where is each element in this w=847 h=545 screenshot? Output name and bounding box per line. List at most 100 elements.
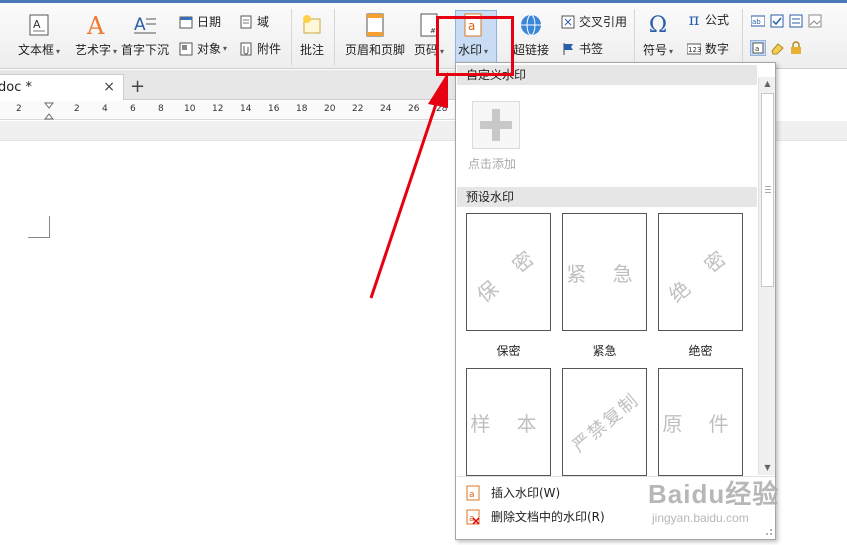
ribbon-toolbar: A 文本框 ▾ A 艺术字 ▾ A 首字下沉 日期 域 对象 ▾ 附件 批注 页…: [0, 3, 847, 69]
custom-watermark-header: 自定义水印: [457, 65, 757, 85]
field-button[interactable]: 域: [238, 13, 269, 30]
add-custom-watermark-label: 点击添加: [468, 157, 517, 171]
number-label: 数字: [705, 42, 730, 56]
remove-watermark-menu-item[interactable]: a 删除文档中的水印(R): [465, 508, 605, 525]
eraser-icon[interactable]: [769, 40, 785, 56]
resize-grip-icon[interactable]: [763, 526, 773, 536]
watermark-preset-no-copy[interactable]: 严禁复制: [562, 368, 647, 476]
checkbox-control-icon[interactable]: [769, 13, 785, 29]
watermark-preset-caption: 绝密: [688, 344, 713, 358]
scroll-down-icon[interactable]: ▼: [759, 461, 776, 475]
insert-watermark-icon: a: [466, 485, 480, 500]
image-control-icon[interactable]: [807, 13, 823, 29]
ribbon-separator: [634, 9, 635, 65]
symbol-label: 符号: [643, 43, 668, 57]
watermark-dropdown-panel: 自定义水印 点击添加 预设水印 保 密 保密 紧 急 紧急 绝 密 绝密 样 本…: [455, 62, 776, 540]
number-icon: 123: [686, 41, 702, 57]
header-footer-label: 页眉和页脚: [345, 43, 406, 57]
number-button[interactable]: 123 数字: [686, 40, 729, 57]
ruler-tick: 24: [380, 104, 392, 114]
cross-reference-button[interactable]: 交叉引用: [560, 13, 627, 30]
watermark-preset-text: 绝 密: [664, 239, 739, 307]
list-control-icon[interactable]: [788, 13, 804, 29]
watermark-preset-caption: 保密: [496, 344, 521, 358]
attachment-label: 附件: [257, 42, 282, 56]
ribbon-separator: [742, 9, 743, 65]
page-number-icon: #: [418, 11, 440, 39]
date-label: 日期: [197, 15, 222, 29]
bookmark-flag-icon: [560, 41, 576, 57]
svg-text:a: a: [469, 490, 475, 500]
textbox-label: 文本框: [18, 43, 55, 57]
svg-text:123: 123: [688, 46, 701, 54]
watermark-button[interactable]: a 水印 ▾: [458, 11, 488, 58]
date-button[interactable]: 日期: [178, 13, 221, 30]
watermark-label: 水印: [458, 43, 483, 57]
symbol-button[interactable]: Ω 符号 ▾: [643, 11, 673, 58]
ruler-tick: 4: [102, 104, 108, 114]
add-tab-icon[interactable]: +: [130, 76, 145, 97]
wordart-button[interactable]: A 艺术字 ▾: [75, 11, 117, 58]
svg-text:A: A: [33, 18, 41, 31]
watermark-preset-text: 保 密: [472, 239, 547, 307]
selected-control-icon[interactable]: a: [750, 40, 766, 56]
header-footer-icon: [364, 11, 386, 39]
bookmark-label: 书签: [579, 42, 604, 56]
hyperlink-button[interactable]: 超链接: [513, 11, 549, 58]
svg-text:A: A: [86, 12, 105, 38]
ruler-tick: 22: [352, 104, 364, 114]
textbox-button[interactable]: A 文本框 ▾: [18, 11, 60, 58]
scroll-up-icon[interactable]: ▲: [759, 77, 776, 91]
svg-text:a: a: [468, 19, 475, 33]
lock-icon[interactable]: [788, 40, 804, 56]
watermark-icon: a: [463, 11, 483, 39]
document-tab[interactable]: doc * ×: [0, 74, 124, 100]
watermark-preset-top-secret[interactable]: 绝 密: [658, 213, 743, 331]
ruler-tick: 10: [184, 104, 196, 114]
indent-marker-icon[interactable]: [44, 102, 54, 120]
close-tab-icon[interactable]: ×: [103, 79, 115, 95]
object-label: 对象: [197, 42, 222, 56]
ruler-tick: 14: [240, 104, 252, 114]
watermark-actions: a 插入水印(W) a 删除文档中的水印(R): [457, 476, 775, 538]
add-custom-watermark-button[interactable]: [472, 101, 520, 149]
document-tab-bar: doc * ×: [0, 70, 455, 100]
pi-icon: π: [688, 10, 700, 29]
ruler-tick: 6: [130, 104, 136, 114]
object-button[interactable]: 对象 ▾: [178, 40, 227, 57]
watermark-preset-text: 原 件: [662, 411, 739, 436]
dropcap-icon: A: [132, 11, 158, 39]
preset-watermark-header: 预设水印: [457, 187, 757, 207]
watermark-preset-original[interactable]: 原 件: [658, 368, 743, 476]
page-number-button[interactable]: # 页码 ▾: [414, 11, 444, 58]
watermark-preset-text: 样 本: [470, 411, 547, 436]
ruler-tick: 16: [268, 104, 280, 114]
panel-scrollbar[interactable]: ▲ ▼: [758, 77, 775, 475]
watermark-preset-text: 紧 急: [566, 261, 643, 286]
attachment-icon: [238, 41, 254, 57]
header-footer-button[interactable]: 页眉和页脚: [345, 11, 405, 58]
formula-button[interactable]: π 公式: [686, 10, 729, 29]
watermark-preset-sample[interactable]: 样 本: [466, 368, 551, 476]
comment-button[interactable]: 批注: [300, 11, 324, 58]
cross-reference-label: 交叉引用: [579, 15, 628, 29]
form-controls-row2: a: [750, 40, 807, 56]
ruler-tick: 28: [436, 104, 448, 114]
globe-link-icon: [519, 11, 543, 39]
bookmark-button[interactable]: 书签: [560, 40, 603, 57]
watermark-preset-confidential[interactable]: 保 密: [466, 213, 551, 331]
svg-text:ab: ab: [752, 18, 761, 26]
omega-icon: Ω: [648, 12, 668, 38]
text-field-control-icon[interactable]: ab: [750, 13, 766, 29]
hyperlink-label: 超链接: [513, 43, 550, 57]
insert-watermark-menu-item[interactable]: a 插入水印(W): [465, 484, 560, 501]
document-tab-name: doc *: [0, 80, 32, 95]
attachment-button[interactable]: 附件: [238, 40, 281, 57]
plus-icon: [480, 109, 512, 141]
watermark-preset-urgent[interactable]: 紧 急: [562, 213, 647, 331]
form-controls-row1: ab: [750, 13, 826, 29]
dropcap-button[interactable]: A 首字下沉: [121, 11, 169, 58]
scrollbar-thumb[interactable]: [761, 93, 774, 287]
svg-text:#: #: [430, 27, 436, 35]
comment-label: 批注: [300, 43, 325, 57]
